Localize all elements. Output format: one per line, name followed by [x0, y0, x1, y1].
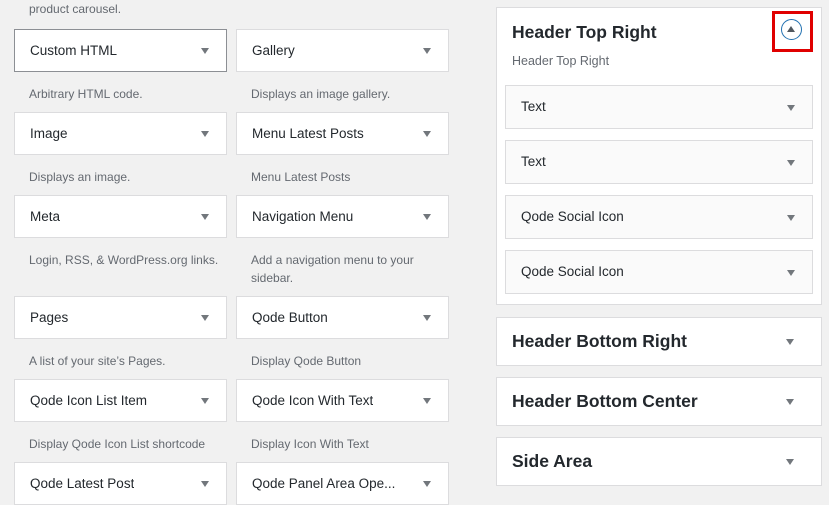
sidebar-description: Header Top Right: [512, 54, 610, 68]
sidebar-widget-text[interactable]: Text: [505, 140, 813, 184]
chevron-down-icon[interactable]: [201, 48, 209, 54]
chevron-down-icon[interactable]: [787, 270, 795, 276]
widget-title: Qode Social Icon: [521, 209, 624, 224]
chevron-down-icon[interactable]: [423, 315, 431, 321]
widget-title: Custom HTML: [30, 43, 118, 58]
widget-title: Pages: [30, 310, 69, 325]
chevron-down-icon[interactable]: [786, 399, 794, 405]
chevron-down-icon[interactable]: [423, 481, 431, 487]
sidebar-title: Header Bottom Center: [512, 391, 698, 411]
widget-description: Display Qode Button: [251, 354, 362, 368]
sidebar-widget-text[interactable]: Text: [505, 85, 813, 129]
sidebar-title[interactable]: Header Top Right: [512, 22, 657, 43]
widget-description: Display Icon With Text: [251, 437, 369, 451]
sidebar-header-bottom-right[interactable]: Header Bottom Right: [496, 317, 822, 366]
widget-gallery[interactable]: Gallery: [236, 29, 449, 72]
widget-navigation-menu[interactable]: Navigation Menu: [236, 195, 449, 238]
widget-title: Image: [30, 126, 68, 141]
widget-title: Menu Latest Posts: [252, 126, 364, 141]
widget-pages[interactable]: Pages: [14, 296, 227, 339]
chevron-down-icon[interactable]: [201, 481, 209, 487]
chevron-up-icon[interactable]: [781, 19, 802, 40]
widget-title: Qode Button: [252, 310, 328, 325]
chevron-down-icon[interactable]: [201, 214, 209, 220]
widget-qode-icon-list-item[interactable]: Qode Icon List Item: [14, 379, 227, 422]
chevron-down-icon[interactable]: [787, 215, 795, 221]
widget-menu-latest-posts[interactable]: Menu Latest Posts: [236, 112, 449, 155]
widget-meta[interactable]: Meta: [14, 195, 227, 238]
widget-description: A list of your site’s Pages.: [29, 354, 166, 368]
widget-title: Text: [521, 154, 546, 169]
widget-qode-icon-with-text[interactable]: Qode Icon With Text: [236, 379, 449, 422]
sidebar-side-area[interactable]: Side Area: [496, 437, 822, 486]
widget-description: Menu Latest Posts: [251, 170, 351, 184]
chevron-down-icon[interactable]: [787, 160, 795, 166]
widget-title: Qode Social Icon: [521, 264, 624, 279]
widget-title: Meta: [30, 209, 61, 224]
widget-title: Qode Icon With Text: [252, 393, 374, 408]
widget-qode-panel-area-opener[interactable]: Qode Panel Area Ope...: [236, 462, 449, 505]
widget-description: Displays an image gallery.: [251, 87, 391, 101]
chevron-down-icon[interactable]: [786, 339, 794, 345]
sidebar-title: Side Area: [512, 451, 593, 471]
sidebar-header-top-right: Header Top Right Header Top Right Text T…: [496, 7, 822, 305]
sidebar-title: Header Bottom Right: [512, 331, 687, 351]
sidebar-widget-qode-social-icon[interactable]: Qode Social Icon: [505, 250, 813, 294]
chevron-down-icon[interactable]: [423, 398, 431, 404]
widget-title: Text: [521, 99, 546, 114]
chevron-down-icon[interactable]: [201, 398, 209, 404]
widget-description: Display Qode Icon List shortcode: [29, 437, 206, 451]
widget-description: product carousel.: [29, 2, 122, 16]
widget-title: Qode Panel Area Ope...: [252, 476, 396, 491]
widget-title: Navigation Menu: [252, 209, 354, 224]
widget-title: Gallery: [252, 43, 295, 58]
widget-custom-html[interactable]: Custom HTML: [14, 29, 227, 72]
sidebar-widget-qode-social-icon[interactable]: Qode Social Icon: [505, 195, 813, 239]
widget-description: Login, RSS, & WordPress.org links.: [29, 253, 219, 267]
widget-title: Qode Icon List Item: [30, 393, 148, 408]
chevron-down-icon[interactable]: [423, 48, 431, 54]
widget-description: Displays an image.: [29, 170, 131, 184]
widget-qode-button[interactable]: Qode Button: [236, 296, 449, 339]
sidebar-header-bottom-center[interactable]: Header Bottom Center: [496, 377, 822, 426]
widget-description: Arbitrary HTML code.: [29, 87, 143, 101]
widget-description: Add a navigation menu to your sidebar.: [251, 253, 414, 285]
widget-image[interactable]: Image: [14, 112, 227, 155]
chevron-down-icon[interactable]: [786, 459, 794, 465]
chevron-down-icon[interactable]: [787, 105, 795, 111]
widget-title: Qode Latest Post: [30, 476, 135, 491]
chevron-down-icon[interactable]: [201, 315, 209, 321]
chevron-down-icon[interactable]: [423, 131, 431, 137]
chevron-down-icon[interactable]: [423, 214, 431, 220]
chevron-down-icon[interactable]: [201, 131, 209, 137]
highlight-box: [772, 11, 813, 52]
widget-qode-latest-post[interactable]: Qode Latest Post: [14, 462, 227, 505]
